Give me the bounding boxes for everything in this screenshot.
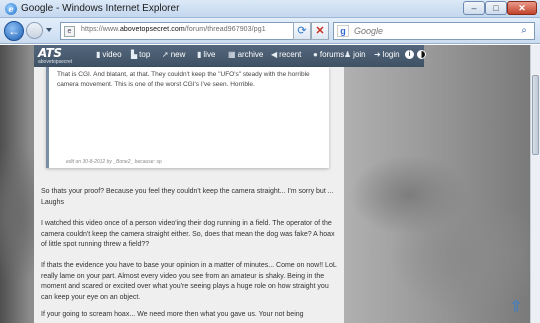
arrow-icon: ➚ [162,50,169,59]
page-icon: e [64,26,75,37]
nav-join[interactable]: ♟ join [344,50,366,59]
logo-text: ATS [38,46,62,60]
url-path: /forum/thread967903/pg1 [184,26,266,33]
url-prefix: https://www. [81,26,120,33]
vertical-scrollbar[interactable] [530,45,540,323]
nav-label: login [382,50,400,59]
post-paragraph: If thats the evidence you have to base y… [41,262,337,301]
chart-icon: ▙ [131,50,138,59]
logo-subtext: abovetopsecret [38,59,73,65]
nav-new[interactable]: ➚ new [162,50,185,59]
quote-edit-note: edit on 30-8-2012 by _Bone2_ because: sp [66,159,162,165]
window-title: Google - Windows Internet Explorer [21,3,180,14]
nav-label: forums [319,50,345,59]
close-button[interactable]: ✕ [507,1,537,15]
live-icon: ▮ [197,50,202,59]
quote-box: That is CGI. And blatant, at that. They … [46,67,329,168]
nav-label: live [203,50,216,59]
nav-live[interactable]: ▮ live [197,50,215,59]
search-box[interactable]: g Google ⌕ [333,22,535,40]
back-button[interactable]: ← [4,21,24,41]
post-paragraph: I watched this video once of a person vi… [41,220,335,248]
nav-label: video [102,50,122,59]
site-navigation: ATS abovetopsecret ▮ video ▙ top ➚ new ▮ liv… [34,45,344,67]
quote-text: That is CGI. And blatant, at that. They … [57,71,310,88]
nav-login[interactable]: ➜ login [374,50,400,59]
title-bar: e Google - Windows Internet Explorer – □… [0,0,540,18]
site-navigation-right: ♟ join ➜ login i [344,45,426,67]
scrollbar-thumb[interactable] [532,75,539,155]
login-icon: ➜ [374,50,381,59]
post-paragraph: So thats your proof? Because you feel th… [41,188,334,206]
site-logo[interactable]: ATS abovetopsecret [38,46,88,66]
nav-label: archive [237,50,264,59]
post-content: That is CGI. And blatant, at that. They … [34,67,344,323]
post-paragraph: If your going to scream hoax... We need … [41,311,304,318]
history-dropdown-icon[interactable] [46,28,52,32]
search-icon[interactable]: ⌕ [516,25,532,37]
video-icon: ▮ [96,50,101,59]
nav-label: recent [279,50,302,59]
user-icon: ♟ [344,50,352,59]
url-domain: abovetopsecret.com [119,26,185,33]
megaphone-icon: ◀ [271,50,278,59]
address-bar[interactable]: e https://www.abovetopsecret.com/forum/t… [60,22,328,40]
google-icon: g [337,25,349,37]
search-placeholder: Google [354,26,384,36]
forward-button[interactable] [26,22,43,39]
address-url[interactable]: https://www.abovetopsecret.com/forum/thr… [81,26,266,33]
web-page: ATS abovetopsecret ▮ video ▙ top ➚ new ▮ liv… [0,45,530,323]
nav-recent[interactable]: ◀ recent [271,50,301,59]
nav-label: join [353,50,366,59]
nav-video[interactable]: ▮ video [96,50,122,59]
stop-button[interactable]: ✕ [311,22,329,40]
nav-label: new [170,50,186,59]
nav-top[interactable]: ▙ top [131,50,150,59]
ie-logo-icon: e [5,3,17,15]
maximize-button[interactable]: □ [485,1,507,15]
calendar-icon: ▦ [228,50,236,59]
nav-archive[interactable]: ▦ archive [228,50,263,59]
info-icon[interactable]: i [405,50,414,59]
chat-icon: ● [313,50,318,59]
navigation-bar: ← e https://www.abovetopsecret.com/forum… [0,18,540,44]
nav-forums[interactable]: ● forums [313,50,344,59]
scroll-to-top-icon[interactable]: ⇧ [508,299,524,315]
refresh-button[interactable]: ⟳ [293,22,311,40]
nav-label: top [139,50,151,59]
minimize-button[interactable]: – [463,1,485,15]
contrast-icon[interactable] [417,50,426,59]
